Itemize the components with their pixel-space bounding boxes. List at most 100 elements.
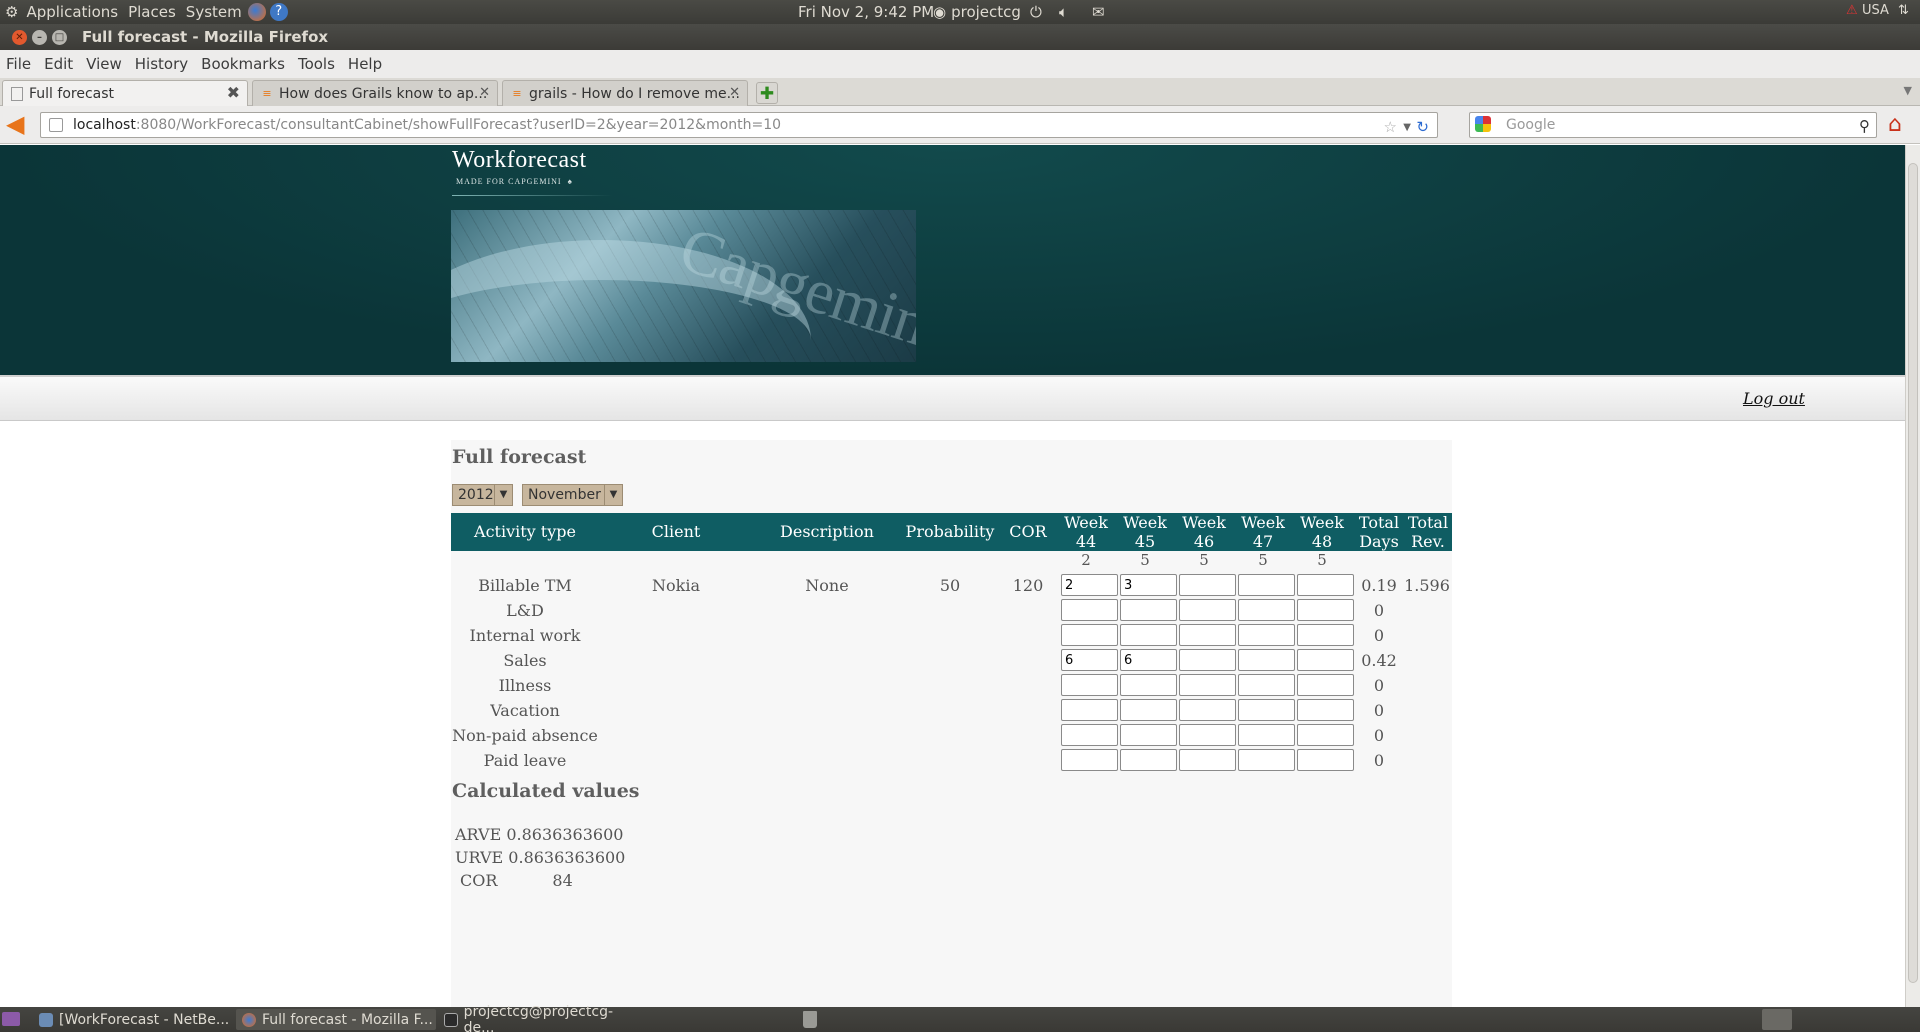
new-tab-icon[interactable]: ✚ (756, 82, 778, 104)
url-bar[interactable]: localhost:8080/WorkForecast/consultantCa… (40, 112, 1438, 138)
page-scrollbar[interactable] (1905, 145, 1920, 1007)
week-45-input[interactable] (1120, 674, 1177, 696)
week-46-input[interactable] (1179, 674, 1236, 696)
search-icon[interactable]: ⚲ (1859, 114, 1870, 138)
week-44-input[interactable] (1061, 749, 1118, 771)
system-menu[interactable]: System (186, 3, 242, 21)
taskbar-firefox[interactable]: Full forecast - Mozilla F... (236, 1009, 436, 1030)
week-46-input[interactable] (1179, 699, 1236, 721)
week-48-input[interactable] (1297, 674, 1354, 696)
week-45-input[interactable] (1120, 724, 1177, 746)
firefox-tray-icon[interactable] (1762, 1009, 1792, 1030)
close-window-icon[interactable]: ✕ (12, 30, 27, 45)
task-label: [WorkForecast - NetBe... (59, 1011, 230, 1028)
week-47-input[interactable] (1238, 574, 1295, 596)
week-45-input[interactable] (1120, 574, 1177, 596)
site-logo[interactable]: Workforecast MADE FOR CAPGEMINI ♠ (452, 147, 612, 196)
list-all-tabs-icon[interactable]: ▼ (1904, 84, 1912, 97)
menu-bookmarks[interactable]: Bookmarks (201, 55, 285, 73)
reload-icon[interactable]: ↻ (1416, 115, 1429, 139)
week-47-input[interactable] (1238, 649, 1295, 671)
ubuntu-logo-icon[interactable]: ⚙ (5, 3, 18, 21)
user-menu[interactable]: ◉ projectcg (933, 3, 1021, 21)
site-identity-icon[interactable] (49, 118, 63, 132)
week-46-input[interactable] (1179, 624, 1236, 646)
week-48-input[interactable] (1297, 724, 1354, 746)
week-46-input[interactable] (1179, 599, 1236, 621)
tab-grails-know[interactable]: ≡ How does Grails know to ap... ✕ (252, 80, 498, 106)
week-47-input[interactable] (1238, 599, 1295, 621)
home-icon[interactable]: ⌂ (1888, 114, 1902, 136)
menu-view[interactable]: View (86, 55, 122, 73)
menu-help[interactable]: Help (348, 55, 382, 73)
taskbar-netbeans[interactable]: [WorkForecast - NetBe... (33, 1009, 233, 1030)
places-menu[interactable]: Places (128, 3, 176, 21)
keyboard-layout[interactable]: USA (1862, 3, 1889, 18)
minimize-window-icon[interactable]: – (32, 30, 47, 45)
week-44-input[interactable] (1061, 574, 1118, 596)
menu-edit[interactable]: Edit (44, 55, 73, 73)
close-tab-icon[interactable]: ✖ (227, 83, 240, 102)
help-launcher-icon[interactable]: ? (269, 3, 288, 21)
week-45-input[interactable] (1120, 699, 1177, 721)
clock[interactable]: Fri Nov 2, 9:42 PM (798, 3, 934, 21)
week-44-input[interactable] (1061, 674, 1118, 696)
week-44-input[interactable] (1061, 649, 1118, 671)
week-46-input[interactable] (1179, 724, 1236, 746)
volume-icon[interactable]: 🔈︎ (1059, 3, 1068, 21)
month-select[interactable]: November ▼ (522, 484, 623, 506)
week-44-input[interactable] (1061, 724, 1118, 746)
week-48-input[interactable] (1297, 599, 1354, 621)
mail-icon[interactable]: ✉ (1092, 3, 1105, 21)
applications-menu[interactable]: Applications (26, 3, 118, 21)
year-select[interactable]: 2012 ▼ (452, 484, 513, 506)
week-46-input[interactable] (1179, 649, 1236, 671)
tab-grails-remove[interactable]: ≡ grails - How do I remove me... ✕ (502, 80, 748, 106)
week-48-input[interactable] (1297, 624, 1354, 646)
window-titlebar[interactable]: ✕ – □ Full forecast - Mozilla Firefox (0, 24, 1920, 50)
scrollbar-thumb[interactable] (1908, 163, 1918, 983)
close-tab-icon[interactable]: ✕ (729, 85, 740, 100)
firefox-launcher-icon[interactable] (247, 3, 266, 21)
week-48-input[interactable] (1297, 574, 1354, 596)
bookmark-star-icon[interactable]: ☆ (1384, 115, 1397, 139)
week-45-input[interactable] (1120, 649, 1177, 671)
network-icon[interactable]: ⇅ (1898, 3, 1909, 18)
search-input[interactable]: Google ⚲ (1469, 112, 1877, 138)
week-44-input[interactable] (1061, 599, 1118, 621)
tab-full-forecast[interactable]: Full forecast ✖ (2, 80, 248, 107)
power-icon[interactable]: ⏻ (1030, 3, 1042, 21)
col-week-48: Week 48 (1293, 513, 1351, 551)
week-45-input[interactable] (1120, 599, 1177, 621)
close-tab-icon[interactable]: ✕ (479, 85, 490, 100)
url-history-dropdown-icon[interactable]: ▼ (1403, 116, 1411, 140)
week-days: 5 (1199, 551, 1209, 569)
week-48-input[interactable] (1297, 649, 1354, 671)
week-number: 46 (1193, 532, 1215, 551)
col-description: Description (780, 522, 874, 541)
week-44-input[interactable] (1061, 624, 1118, 646)
week-47-input[interactable] (1238, 624, 1295, 646)
logout-link[interactable]: Log out (1743, 389, 1805, 408)
google-engine-icon[interactable] (1475, 116, 1491, 132)
week-47-input[interactable] (1238, 699, 1295, 721)
week-47-input[interactable] (1238, 674, 1295, 696)
maximize-window-icon[interactable]: □ (52, 30, 67, 45)
warning-icon[interactable]: ⚠ (1846, 3, 1858, 18)
week-47-input[interactable] (1238, 749, 1295, 771)
menu-tools[interactable]: Tools (298, 55, 335, 73)
week-46-input[interactable] (1179, 574, 1236, 596)
week-48-input[interactable] (1297, 699, 1354, 721)
show-desktop-icon[interactable] (2, 1012, 20, 1026)
week-46-input[interactable] (1179, 749, 1236, 771)
week-48-input[interactable] (1297, 749, 1354, 771)
week-45-input[interactable] (1120, 624, 1177, 646)
back-arrow-icon[interactable]: ◀ (6, 112, 32, 138)
trash-icon[interactable] (803, 1011, 817, 1028)
menu-history[interactable]: History (135, 55, 188, 73)
week-45-input[interactable] (1120, 749, 1177, 771)
week-44-input[interactable] (1061, 699, 1118, 721)
menu-file[interactable]: File (6, 55, 31, 73)
week-47-input[interactable] (1238, 724, 1295, 746)
taskbar-terminal[interactable]: projectcg@projectcg-de... (438, 1004, 638, 1032)
